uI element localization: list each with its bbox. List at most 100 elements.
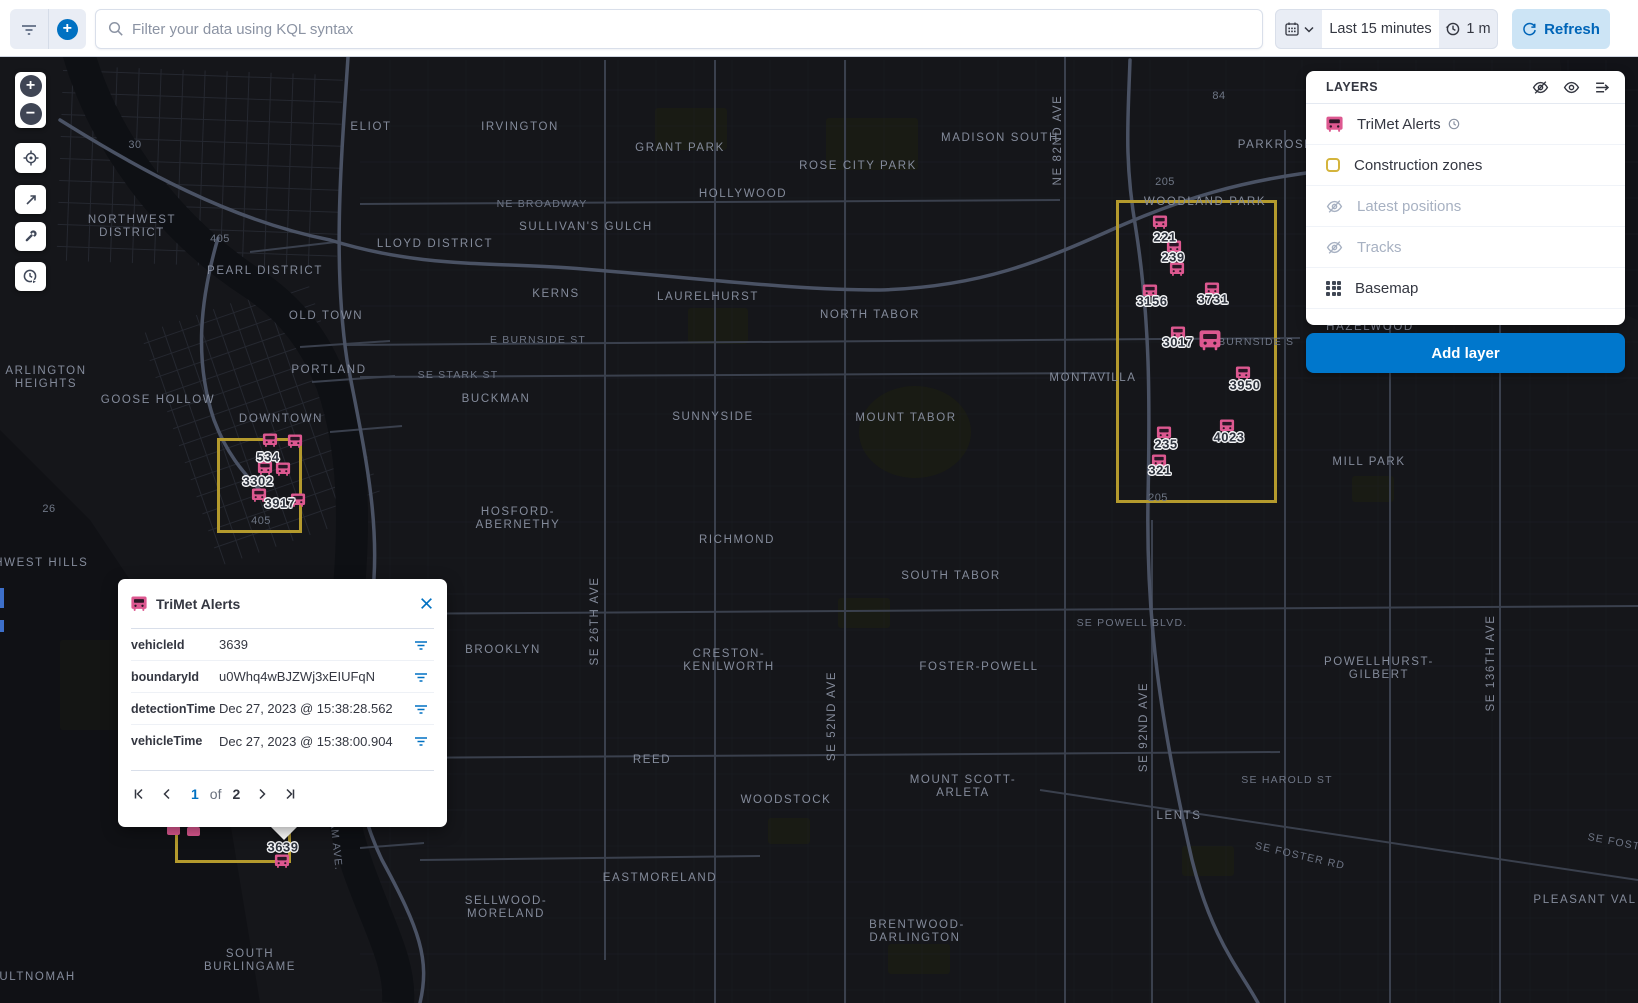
map-label: ABERNETHY xyxy=(476,519,561,531)
filter-icon[interactable] xyxy=(414,638,434,652)
map-label: SE 26TH AVE xyxy=(589,577,601,666)
layer-row-latest-positions[interactable]: Latest positions xyxy=(1306,186,1625,227)
bus-marker-label[interactable]: 4023 xyxy=(1214,430,1245,445)
bus-marker-label[interactable]: 3302 xyxy=(243,474,274,489)
map-label: 205 xyxy=(1148,492,1168,504)
popup-title: TriMet Alerts xyxy=(156,596,410,612)
timeslider-button[interactable] xyxy=(15,262,46,291)
map-label: ARLINGTON xyxy=(5,365,86,377)
add-filter-button[interactable]: + xyxy=(48,9,87,49)
map-label: PORTLAND xyxy=(291,364,366,376)
first-page-button[interactable] xyxy=(131,785,149,803)
time-picker: Last 15 minutes 1 m xyxy=(1275,9,1498,49)
bus-marker-partial[interactable] xyxy=(167,826,180,835)
show-all-layers-button[interactable] xyxy=(1563,79,1580,96)
date-picker-button[interactable] xyxy=(1276,10,1322,48)
saved-filters-button[interactable] xyxy=(10,9,48,49)
map-label: REED xyxy=(633,754,671,766)
bus-marker-icon[interactable] xyxy=(1199,330,1221,351)
field-label: detectionTime xyxy=(131,702,219,716)
kql-search-bar[interactable] xyxy=(95,9,1263,49)
tools-button[interactable] xyxy=(15,222,46,251)
map-label: 30 xyxy=(128,139,141,151)
zoom-in-button[interactable]: + xyxy=(20,75,42,97)
map-label: DOWNTOWN xyxy=(239,413,323,425)
refresh-interval-button[interactable]: 1 m xyxy=(1439,10,1497,48)
field-value: u0Whq4wBJZWj3xEIUFqN xyxy=(219,669,414,684)
bus-marker-label[interactable]: 3156 xyxy=(1137,294,1168,309)
map-label: CRESTON- xyxy=(693,648,766,660)
bus-marker-label[interactable]: 235 xyxy=(1154,437,1177,452)
plus-icon: + xyxy=(57,19,78,40)
map-label: 84 xyxy=(1212,90,1225,102)
map-label: SOUTH TABOR xyxy=(901,570,1001,582)
filter-icon[interactable] xyxy=(414,670,434,684)
map-label: MOUNT SCOTT- xyxy=(910,774,1017,786)
popup-pointer xyxy=(270,826,298,840)
fit-to-data-button[interactable] xyxy=(15,185,46,214)
wrench-icon xyxy=(22,228,39,245)
layers-panel: LAYERS TriMet Alerts xyxy=(1306,71,1625,325)
close-icon[interactable] xyxy=(419,596,434,611)
map-label: MADISON SOUTH xyxy=(941,132,1059,144)
bus-marker-icon[interactable] xyxy=(288,434,303,448)
bus-marker-label[interactable]: 3731 xyxy=(1198,292,1229,307)
bus-marker-label[interactable]: 3917 xyxy=(265,496,296,511)
bus-marker-icon[interactable] xyxy=(275,854,290,868)
bus-marker-label[interactable]: 3639 xyxy=(268,840,299,855)
layer-label: Tracks xyxy=(1357,239,1401,256)
map-label: OLD TOWN xyxy=(289,310,363,322)
last-page-button[interactable] xyxy=(280,785,298,803)
map-label: 205 xyxy=(1155,176,1175,188)
popup-row-detectionTime: detectionTime Dec 27, 2023 @ 15:38:28.56… xyxy=(131,693,434,725)
map-label: 26 xyxy=(42,503,55,515)
construction-zone[interactable] xyxy=(1116,200,1277,503)
bus-marker-icon[interactable] xyxy=(1153,215,1168,229)
refresh-button[interactable]: Refresh xyxy=(1512,9,1610,49)
map-label: ELIOT xyxy=(350,121,391,133)
collapse-panel-icon[interactable] xyxy=(1594,79,1611,96)
refresh-label: Refresh xyxy=(1544,21,1600,38)
layer-label: TriMet Alerts xyxy=(1357,116,1441,133)
time-range-display[interactable]: Last 15 minutes xyxy=(1322,10,1439,48)
map-label: THWEST HILLS xyxy=(0,557,88,569)
filter-icon[interactable] xyxy=(414,734,434,748)
clock-play-icon xyxy=(22,268,39,285)
set-view-button[interactable] xyxy=(15,143,46,173)
layer-row-tracks[interactable]: Tracks xyxy=(1306,227,1625,268)
eye-slash-icon xyxy=(1326,198,1343,215)
chevron-down-icon xyxy=(1304,26,1314,33)
map-label: NORTH TABOR xyxy=(820,309,920,321)
map-label: MOUNT TABOR xyxy=(855,412,956,424)
bus-marker-partial[interactable] xyxy=(187,827,200,836)
popup-row-vehicleId: vehicleId 3639 xyxy=(131,629,434,661)
popup-row-boundaryId: boundaryId u0Whq4wBJZWj3xEIUFqN xyxy=(131,661,434,693)
layer-row-trimet-alerts[interactable]: TriMet Alerts xyxy=(1306,104,1625,145)
bus-marker-label[interactable]: 3017 xyxy=(1163,335,1194,350)
edge-marker-fragment xyxy=(0,588,4,608)
feature-popup: TriMet Alerts vehicleId 3639 boundaryId … xyxy=(118,579,447,827)
bus-marker-label[interactable]: 3950 xyxy=(1230,378,1261,393)
map-label: GILBERT xyxy=(1349,669,1409,681)
map-label: KENILWORTH xyxy=(683,661,775,673)
filter-icon[interactable] xyxy=(414,702,434,716)
hide-all-layers-button[interactable] xyxy=(1532,79,1549,96)
bus-marker-label[interactable]: 321 xyxy=(1148,463,1171,478)
layer-row-basemap[interactable]: Basemap xyxy=(1306,268,1625,309)
bus-marker-icon[interactable] xyxy=(263,433,278,447)
add-layer-button[interactable]: Add layer xyxy=(1306,333,1625,373)
layer-row-construction-zones[interactable]: Construction zones xyxy=(1306,145,1625,186)
map-label: SE STARK ST xyxy=(418,369,499,381)
map-label: BURLINGAME xyxy=(204,961,296,973)
bus-marker-label[interactable]: 534 xyxy=(256,450,279,465)
bus-marker-label[interactable]: 239 xyxy=(1161,250,1184,265)
layers-panel-header: LAYERS xyxy=(1306,71,1625,104)
prev-page-button[interactable] xyxy=(158,785,176,803)
zoom-out-button[interactable]: − xyxy=(20,103,42,125)
map-label: RICHMOND xyxy=(699,534,775,546)
kql-input[interactable] xyxy=(132,21,1250,38)
bus-marker-label[interactable]: 221 xyxy=(1153,230,1176,245)
map-label: 405 xyxy=(251,515,271,527)
next-page-button[interactable] xyxy=(253,785,271,803)
map-label: LLOYD DISTRICT xyxy=(377,238,493,250)
